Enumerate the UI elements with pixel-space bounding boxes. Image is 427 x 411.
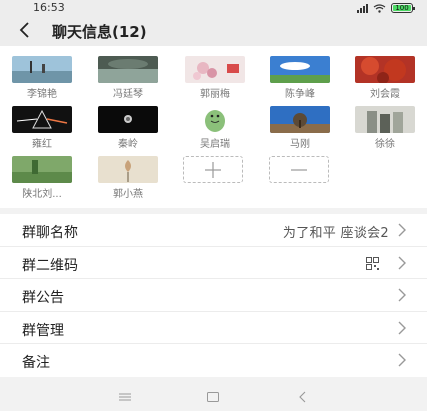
member-avatar: [355, 56, 415, 83]
member-grid: 李锦艳 冯廷琴 郭丽梅 陈争峰 刘会霞 雍红 秦岭 吴启瑞 马刚 徐徐 陕北刘.…: [0, 46, 427, 208]
add-member-button[interactable]: [183, 156, 243, 183]
row-label: 群聊名称: [22, 225, 78, 241]
member-item[interactable]: 陈争峰: [269, 56, 331, 100]
settings-list: 群聊名称 为了和平 座谈会2 群二维码 群公告 群管理 备注: [0, 214, 427, 377]
row-label: 备注: [22, 355, 50, 372]
member-item[interactable]: 李锦艳: [11, 56, 73, 100]
member-avatar: [185, 56, 245, 83]
member-name: 陈争峰: [285, 89, 315, 100]
group-name-row[interactable]: 群聊名称 为了和平 座谈会2: [0, 214, 427, 247]
member-item[interactable]: 雍红: [11, 106, 73, 150]
battery-icon: 100: [391, 3, 415, 13]
member-item[interactable]: 吴启瑞: [184, 106, 246, 150]
status-time: 16:53: [33, 1, 65, 14]
chevron-right-icon: [398, 223, 406, 237]
qr-code-icon: [366, 256, 379, 270]
member-name: 吴启瑞: [200, 139, 230, 150]
member-item[interactable]: 冯廷琴: [97, 56, 159, 100]
member-name: 秦岭: [118, 139, 138, 150]
member-item[interactable]: 秦岭: [97, 106, 159, 150]
row-label: 群二维码: [22, 257, 78, 274]
member-item[interactable]: 郭丽梅: [184, 56, 246, 100]
back-key-icon[interactable]: [296, 390, 310, 404]
member-avatar: [270, 106, 330, 133]
member-avatar: [12, 106, 72, 133]
plus-icon: [205, 161, 221, 178]
chevron-right-icon: [398, 353, 406, 367]
member-avatar: [355, 106, 415, 133]
group-management-row[interactable]: 群管理: [0, 312, 427, 345]
member-name: 郭小燕: [113, 189, 143, 200]
menu-key-icon[interactable]: [118, 390, 132, 404]
battery-level: 100: [395, 4, 409, 12]
page-title: 聊天信息(12): [52, 23, 147, 41]
member-item[interactable]: 刘会霞: [354, 56, 416, 100]
member-avatar: [12, 56, 72, 83]
back-arrow-icon[interactable]: [14, 18, 38, 42]
status-bar: 16:53 100: [0, 0, 427, 16]
row-label: 群管理: [22, 322, 64, 339]
system-navigation-bar: [0, 383, 427, 411]
remark-row[interactable]: 备注: [0, 344, 427, 377]
home-key-icon[interactable]: [206, 390, 220, 404]
member-name: 徐徐: [375, 139, 395, 150]
minus-icon: [291, 168, 307, 171]
member-avatar: [98, 156, 158, 183]
member-item[interactable]: 徐徐: [354, 106, 416, 150]
chevron-right-icon: [398, 256, 406, 270]
member-name: 刘会霞: [370, 89, 400, 100]
member-item[interactable]: 郭小燕: [97, 156, 159, 200]
chevron-right-icon: [398, 288, 406, 302]
member-name: 李锦艳: [27, 89, 57, 100]
remove-member-button[interactable]: [269, 156, 329, 183]
signal-icon: [357, 3, 368, 13]
member-item[interactable]: 马刚: [269, 106, 331, 150]
member-name: 郭丽梅: [200, 89, 230, 100]
wifi-icon: [373, 3, 386, 13]
member-item[interactable]: 陕北刘...: [11, 156, 73, 200]
member-avatar: [270, 56, 330, 83]
member-name: 冯廷琴: [113, 89, 143, 100]
nav-bar: 聊天信息(12): [0, 16, 427, 46]
member-avatar: [98, 56, 158, 83]
member-avatar: [12, 156, 72, 183]
group-announcement-row[interactable]: 群公告: [0, 279, 427, 312]
chevron-right-icon: [398, 321, 406, 335]
group-qr-code-row[interactable]: 群二维码: [0, 247, 427, 280]
member-name: 雍红: [32, 139, 52, 150]
member-name: 陕北刘...: [22, 189, 62, 200]
group-name-value: 为了和平 座谈会2: [282, 226, 389, 241]
member-name: 马刚: [290, 139, 310, 150]
row-label: 群公告: [22, 290, 64, 307]
member-avatar: [185, 106, 245, 133]
member-avatar: [98, 106, 158, 133]
